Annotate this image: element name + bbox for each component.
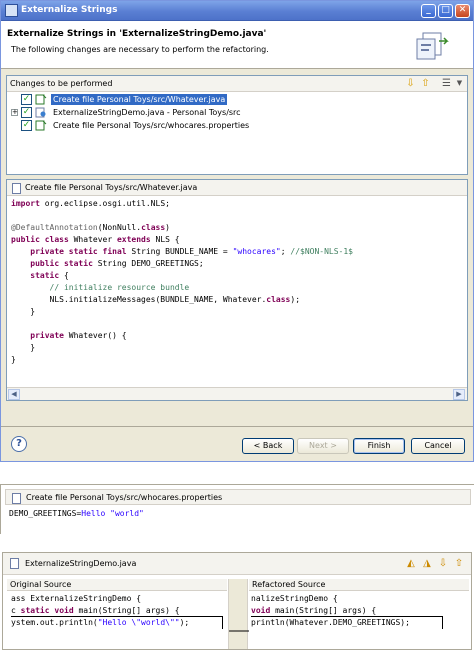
minimize-button[interactable]: _	[421, 4, 436, 18]
footer-separator	[1, 426, 473, 427]
properties-panel-header: Create file Personal Toys/src/whocares.p…	[5, 489, 471, 505]
tree-item-label: ExternalizeStringDemo.java - Personal To…	[53, 108, 241, 117]
title-bar[interactable]: Externalize Strings _ □ ✕	[1, 1, 473, 21]
refactor-wizard-icon	[416, 32, 449, 60]
new-file-icon	[35, 94, 47, 105]
previous-change-icon[interactable]: ⇧	[420, 78, 431, 89]
code-line: ystem.out.println("Hello \"world\"");	[11, 616, 227, 629]
expand-icon[interactable]: +	[11, 109, 18, 116]
wizard-header: Externalize Strings in 'ExternalizeStrin…	[1, 21, 473, 69]
changes-panel: Changes to be performed ⇩ ⇧ ☰ ▼ ✓ Create…	[6, 75, 468, 175]
code-line: // initialize resource bundle	[49, 283, 190, 292]
tree-item-label: Create file Personal Toys/src/whocares.p…	[53, 121, 250, 130]
scroll-left-icon[interactable]: ◀	[8, 389, 20, 400]
app-icon	[5, 4, 18, 17]
back-button[interactable]: < Back	[242, 438, 294, 454]
next-difference-icon[interactable]: ⇩	[437, 558, 449, 570]
chevron-down-icon[interactable]: ▼	[454, 78, 465, 89]
copy-right-icon[interactable]: ◮	[421, 558, 433, 570]
copy-left-icon[interactable]: ◭	[405, 558, 417, 570]
code-line: @DefaultAnnotation(NonNull.class)	[11, 223, 170, 232]
preview-panel-label: Create file Personal Toys/src/Whatever.j…	[25, 183, 198, 192]
original-source-code[interactable]: ass ExternalizeStringDemo {c static void…	[11, 593, 227, 629]
new-file-icon	[35, 120, 47, 131]
java-file-icon	[10, 558, 19, 569]
horizontal-scrollbar[interactable]: ◀ ▶	[7, 387, 467, 400]
preview-panel: Create file Personal Toys/src/Whatever.j…	[6, 179, 468, 401]
properties-preview-panel: Create file Personal Toys/src/whocares.p…	[0, 484, 474, 534]
page-description: The following changes are necessary to p…	[11, 45, 269, 54]
file-icon	[12, 493, 21, 504]
page-title: Externalize Strings in 'ExternalizeStrin…	[7, 29, 267, 39]
code-preview[interactable]: import org.eclipse.osgi.util.NLS; @Defaul…	[7, 196, 467, 388]
changes-panel-header: Changes to be performed ⇩ ⇧ ☰ ▼	[7, 76, 467, 92]
code-line: NLS.initializeMessages(BUNDLE_NAME, What…	[11, 295, 301, 304]
code-line: import org.eclipse.osgi.util.NLS;	[11, 199, 170, 208]
difference-highlight[interactable]	[251, 616, 443, 629]
compare-panel: ExternalizeStringDemo.java ◭ ◮ ⇩ ⇧ Origi…	[2, 552, 472, 650]
cancel-button[interactable]: Cancel	[411, 438, 465, 454]
code-line: public static String DEMO_GREETINGS;	[30, 259, 204, 268]
next-change-icon[interactable]: ⇩	[405, 78, 416, 89]
code-line: ass ExternalizeStringDemo {	[11, 594, 142, 603]
code-line: private static final String BUNDLE_NAME …	[30, 247, 353, 256]
properties-panel-label: Create file Personal Toys/src/whocares.p…	[26, 493, 223, 502]
filter-icon[interactable]: ☰	[441, 78, 452, 89]
file-icon	[12, 183, 21, 194]
code-line: static {	[30, 271, 69, 280]
refactored-source-header: Refactored Source	[249, 579, 469, 591]
checkbox-checked[interactable]: ✓	[21, 107, 32, 118]
refactored-source-label: Refactored Source	[252, 580, 326, 589]
code-line: }	[11, 343, 36, 352]
scroll-right-icon[interactable]: ▶	[453, 389, 465, 400]
window-title: Externalize Strings	[21, 5, 118, 15]
next-button[interactable]: Next >	[297, 438, 349, 454]
code-line: private Whatever() {	[30, 331, 127, 340]
help-icon[interactable]: ?	[11, 436, 27, 452]
code-line: }	[11, 355, 16, 364]
tree-item-whatever-java[interactable]: ✓ Create file Personal Toys/src/Whatever…	[7, 93, 467, 106]
checkbox-checked[interactable]: ✓	[21, 94, 32, 105]
code-line: }	[11, 307, 36, 316]
original-source-header: Original Source	[7, 579, 227, 591]
compare-panel-header: ExternalizeStringDemo.java ◭ ◮ ⇩ ⇧	[3, 553, 471, 575]
maximize-button[interactable]: □	[438, 4, 453, 18]
compare-panel-label: ExternalizeStringDemo.java	[25, 559, 137, 568]
tree-item-label: Create file Personal Toys/src/Whatever.j…	[51, 94, 228, 105]
tree-item-externalize-demo[interactable]: + ✓ ExternalizeStringDemo.java - Persona…	[7, 106, 467, 119]
refactored-source-code[interactable]: nalizeStringDemo {void main(String[] arg…	[251, 593, 469, 629]
externalize-strings-dialog: Externalize Strings _ □ ✕ Externalize St…	[0, 0, 474, 462]
close-button[interactable]: ✕	[455, 4, 470, 18]
changes-panel-label: Changes to be performed	[10, 79, 113, 88]
finish-button[interactable]: Finish	[353, 438, 405, 454]
tree-item-whocares-properties[interactable]: ✓ Create file Personal Toys/src/whocares…	[7, 119, 467, 132]
code-line: println(Whatever.DEMO_GREETINGS);	[251, 616, 469, 629]
code-line: public class Whatever extends NLS {	[11, 235, 180, 244]
properties-code[interactable]: DEMO_GREETINGS=Hello "world"	[9, 509, 144, 518]
preview-panel-header: Create file Personal Toys/src/Whatever.j…	[7, 180, 467, 196]
difference-highlight[interactable]	[11, 616, 223, 629]
original-source-label: Original Source	[10, 580, 72, 589]
java-file-icon	[35, 107, 46, 118]
compare-divider[interactable]	[228, 579, 249, 649]
checkbox-checked[interactable]: ✓	[21, 120, 32, 131]
code-line: nalizeStringDemo {	[251, 594, 338, 603]
previous-difference-icon[interactable]: ⇧	[453, 558, 465, 570]
